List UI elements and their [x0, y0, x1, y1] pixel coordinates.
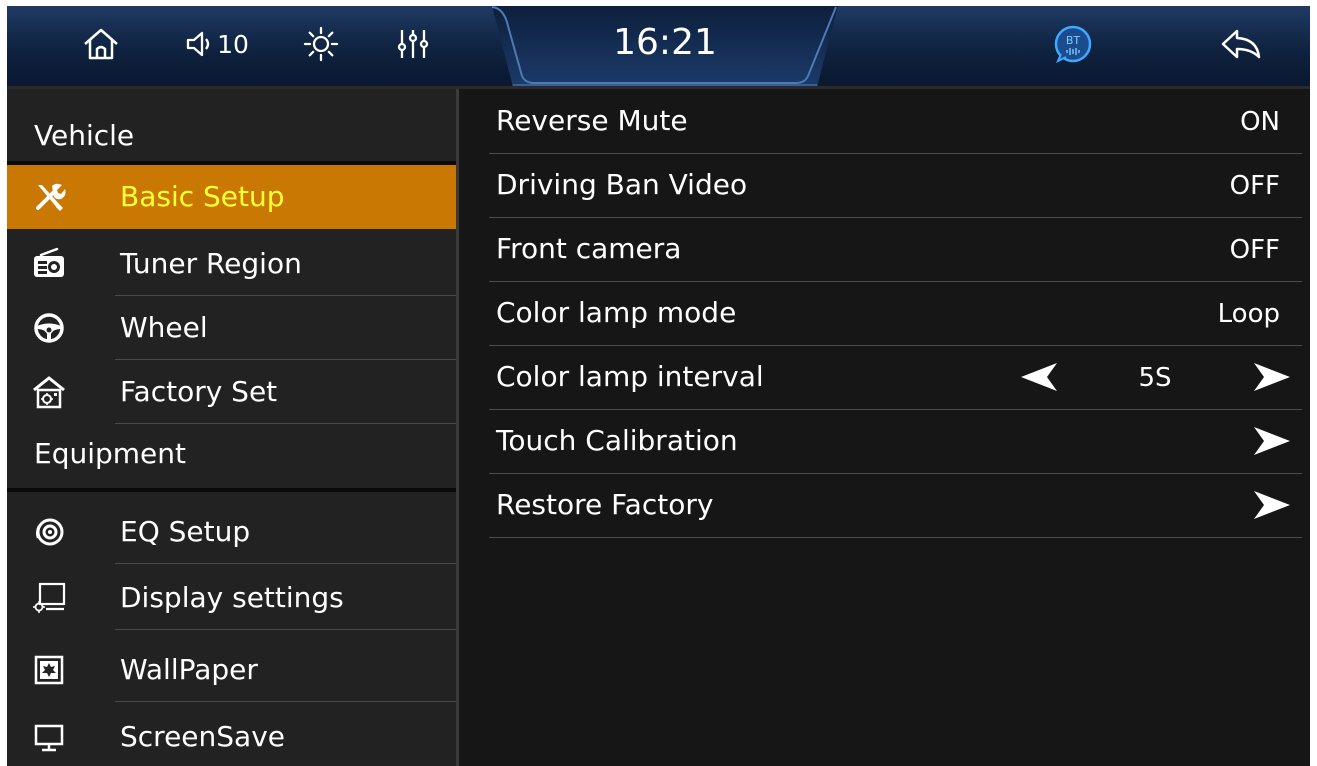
steering-wheel-icon	[29, 309, 69, 347]
volume-icon	[186, 31, 210, 57]
head-unit-screen: 10 16:21 BT Vehicle Basic Setup Tuner Re…	[7, 6, 1310, 766]
item-divider	[115, 701, 456, 702]
decrease-arrow-icon[interactable]	[1019, 361, 1059, 393]
chevron-right-icon	[1254, 427, 1290, 455]
vehicle-header-label: Vehicle	[34, 119, 135, 152]
sidebar-item-label: Factory Set	[120, 375, 278, 408]
sidebar-item-tuner-region[interactable]: Tuner Region	[7, 232, 456, 296]
setting-row-color-lamp-interval: Color lamp interval 5S	[489, 345, 1302, 410]
status-bar: 10 16:21 BT	[7, 6, 1310, 86]
home-button[interactable]	[73, 20, 129, 68]
setting-label: Restore Factory	[496, 488, 714, 521]
home-icon	[84, 28, 118, 60]
sidebar-item-basic-setup[interactable]: Basic Setup	[7, 165, 456, 229]
setting-label: Color lamp interval	[496, 360, 764, 393]
item-divider	[115, 563, 456, 564]
sidebar-item-label: ScreenSave	[120, 720, 285, 753]
equipment-header-label: Equipment	[34, 437, 186, 470]
monitor-icon	[29, 718, 69, 756]
section-separator	[7, 488, 456, 492]
setting-value: Loop	[1217, 299, 1280, 329]
volume-level: 10	[217, 29, 249, 59]
back-icon	[1221, 29, 1261, 59]
brightness-icon	[303, 26, 339, 62]
setting-label: Touch Calibration	[496, 424, 738, 457]
setting-row-color-lamp-mode[interactable]: Color lamp mode Loop	[489, 281, 1302, 346]
chevron-right-icon	[1254, 491, 1290, 519]
brightness-button[interactable]	[297, 20, 345, 68]
setting-label: Front camera	[496, 232, 682, 265]
back-button[interactable]	[1213, 20, 1269, 68]
setting-value: OFF	[1229, 235, 1280, 265]
equalizer-button[interactable]	[391, 20, 435, 68]
interval-value: 5S	[1138, 363, 1172, 393]
radio-icon	[29, 245, 69, 283]
sidebar-item-wallpaper[interactable]: WallPaper	[7, 638, 456, 702]
sidebar-item-label: Basic Setup	[120, 180, 285, 213]
setting-row-touch-calibration[interactable]: Touch Calibration	[489, 409, 1302, 474]
equalizer-icon	[397, 30, 429, 58]
sidebar-item-display-settings[interactable]: Display settings	[7, 566, 456, 630]
sidebar-item-wheel[interactable]: Wheel	[7, 296, 456, 360]
sidebar-item-label: WallPaper	[120, 653, 258, 686]
equipment-header: Equipment	[7, 424, 456, 488]
setting-row-driving-ban-video[interactable]: Driving Ban Video OFF	[489, 153, 1302, 218]
setting-value: OFF	[1229, 171, 1280, 201]
setting-label: Reverse Mute	[496, 104, 688, 137]
display-settings-icon	[29, 579, 69, 617]
setting-value: ON	[1240, 107, 1280, 137]
bluetooth-button[interactable]: BT	[1049, 20, 1097, 68]
sidebar-item-factory-set[interactable]: Factory Set	[7, 360, 456, 424]
clock: 16:21	[613, 22, 717, 63]
setting-row-restore-factory[interactable]: Restore Factory	[489, 473, 1302, 538]
setting-label: Driving Ban Video	[496, 168, 748, 201]
setting-row-reverse-mute[interactable]: Reverse Mute ON	[489, 89, 1302, 154]
speaker-icon	[29, 513, 69, 551]
settings-panel: Reverse Mute ON Driving Ban Video OFF Fr…	[459, 89, 1310, 766]
sidebar-item-label: Tuner Region	[120, 247, 302, 280]
bt-label: BT	[1066, 34, 1081, 47]
item-divider	[115, 629, 456, 630]
setting-label: Color lamp mode	[496, 296, 737, 329]
volume-button[interactable]: 10	[177, 20, 257, 68]
increase-arrow-icon[interactable]	[1252, 361, 1292, 393]
factory-house-icon	[29, 373, 69, 411]
sidebar: Vehicle Basic Setup Tuner Region Wheel F…	[7, 89, 456, 766]
sidebar-item-label: EQ Setup	[120, 515, 251, 548]
sidebar-item-label: Wheel	[120, 311, 208, 344]
bluetooth-icon: BT	[1054, 25, 1092, 64]
sidebar-item-screensave[interactable]: ScreenSave	[7, 705, 456, 766]
sidebar-item-eq-setup[interactable]: EQ Setup	[7, 500, 456, 564]
setting-row-front-camera[interactable]: Front camera OFF	[489, 217, 1302, 282]
tools-icon	[29, 178, 69, 216]
sidebar-item-label: Display settings	[120, 581, 344, 614]
wallpaper-icon	[29, 651, 69, 689]
